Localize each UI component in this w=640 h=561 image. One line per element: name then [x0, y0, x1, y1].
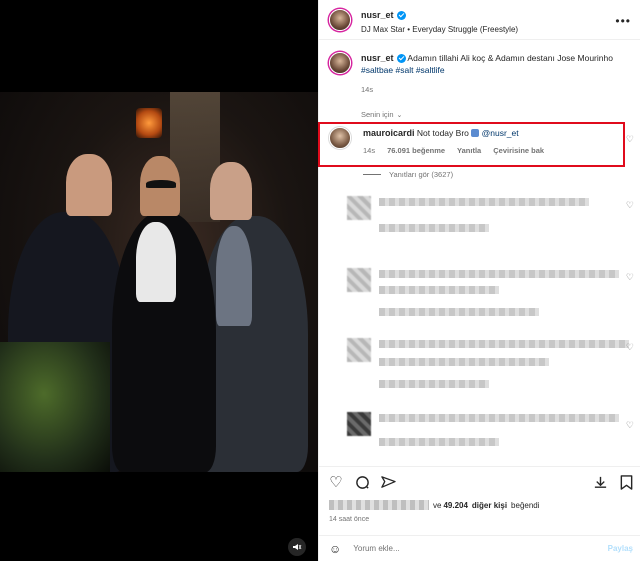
comment-like-icon[interactable]: ♡ [626, 200, 634, 211]
author-username[interactable]: nusr_et [361, 10, 406, 20]
caption-hashtags[interactable]: #saltbae #salt #saltlife [361, 65, 445, 75]
blurred-text [379, 414, 619, 422]
audio-subtitle[interactable]: DJ Max Star • Everyday Struggle (Freesty… [361, 25, 518, 34]
avatar[interactable] [347, 412, 371, 436]
share-icon[interactable] [379, 473, 397, 491]
post-side-panel: nusr_et DJ Max Star • Everyday Struggle … [318, 0, 640, 561]
post-photo [0, 92, 318, 472]
avatar[interactable] [347, 196, 371, 220]
bookmark-icon[interactable] [617, 473, 635, 491]
blurred-text [329, 500, 429, 510]
list-item [329, 412, 625, 464]
caption-username[interactable]: nusr_et [361, 52, 406, 64]
emoji-icon[interactable]: ☺ [329, 542, 341, 556]
blurred-text [379, 286, 499, 294]
post-header: nusr_et DJ Max Star • Everyday Struggle … [319, 0, 640, 40]
comment-filter-label: Senin için [361, 110, 394, 119]
list-item [329, 338, 629, 390]
avatar[interactable] [329, 52, 351, 74]
blurred-text [379, 438, 499, 446]
post-comment-button[interactable]: Paylaş [608, 544, 633, 553]
blurred-text [379, 380, 489, 388]
post-dialog: nusr_et DJ Max Star • Everyday Struggle … [0, 0, 640, 561]
blurred-text [379, 224, 489, 232]
comment-filter[interactable]: Senin için ⌄ [361, 110, 402, 119]
caption-text: Adamın tillahi Ali koç & Adamın destanı … [407, 53, 613, 63]
comment-composer: ☺ Paylaş [319, 535, 640, 561]
likes-verb: beğendi [511, 500, 540, 510]
likes-connector: ve [433, 500, 442, 510]
view-replies-label: Yanıtları gör (3627) [389, 170, 454, 179]
blurred-text [379, 340, 629, 348]
caption-time: 14s [361, 85, 374, 94]
comment-like-icon[interactable]: ♡ [626, 134, 634, 145]
chevron-down-icon: ⌄ [396, 111, 403, 119]
mute-icon[interactable] [288, 538, 306, 556]
blurred-text [379, 358, 549, 366]
post-caption: nusr_et Adamın tillahi Ali koç & Adamın … [329, 52, 629, 76]
download-icon[interactable] [591, 473, 609, 491]
verified-icon [396, 53, 406, 63]
blurred-text [379, 198, 589, 206]
avatar[interactable] [347, 268, 371, 292]
post-time-ago: 14 saat önce [329, 516, 370, 523]
comment-like-icon[interactable]: ♡ [626, 342, 634, 353]
comment-input[interactable] [353, 544, 574, 553]
more-options-icon[interactable]: ••• [615, 14, 631, 28]
likes-summary[interactable]: ve 49.204 diğer kişi beğendi [329, 500, 540, 510]
blurred-text [379, 270, 619, 278]
view-replies[interactable]: Yanıtları gör (3627) [363, 170, 453, 179]
list-item [329, 196, 625, 248]
replies-line [363, 174, 381, 175]
likes-suffix: diğer kişi [471, 500, 508, 510]
post-media[interactable] [0, 0, 318, 561]
post-actions: ♡ [319, 466, 640, 496]
like-icon[interactable]: ♡ [327, 473, 345, 491]
comment-like-icon[interactable]: ♡ [626, 272, 634, 283]
likes-count: 49.204 [443, 500, 468, 510]
avatar[interactable] [329, 8, 351, 31]
blurred-text [379, 308, 539, 316]
verified-icon [396, 10, 406, 20]
comment-like-icon[interactable]: ♡ [626, 420, 634, 431]
list-item [329, 268, 625, 320]
highlight-box [318, 122, 625, 167]
comment-icon[interactable] [353, 473, 371, 491]
avatar[interactable] [347, 338, 371, 362]
